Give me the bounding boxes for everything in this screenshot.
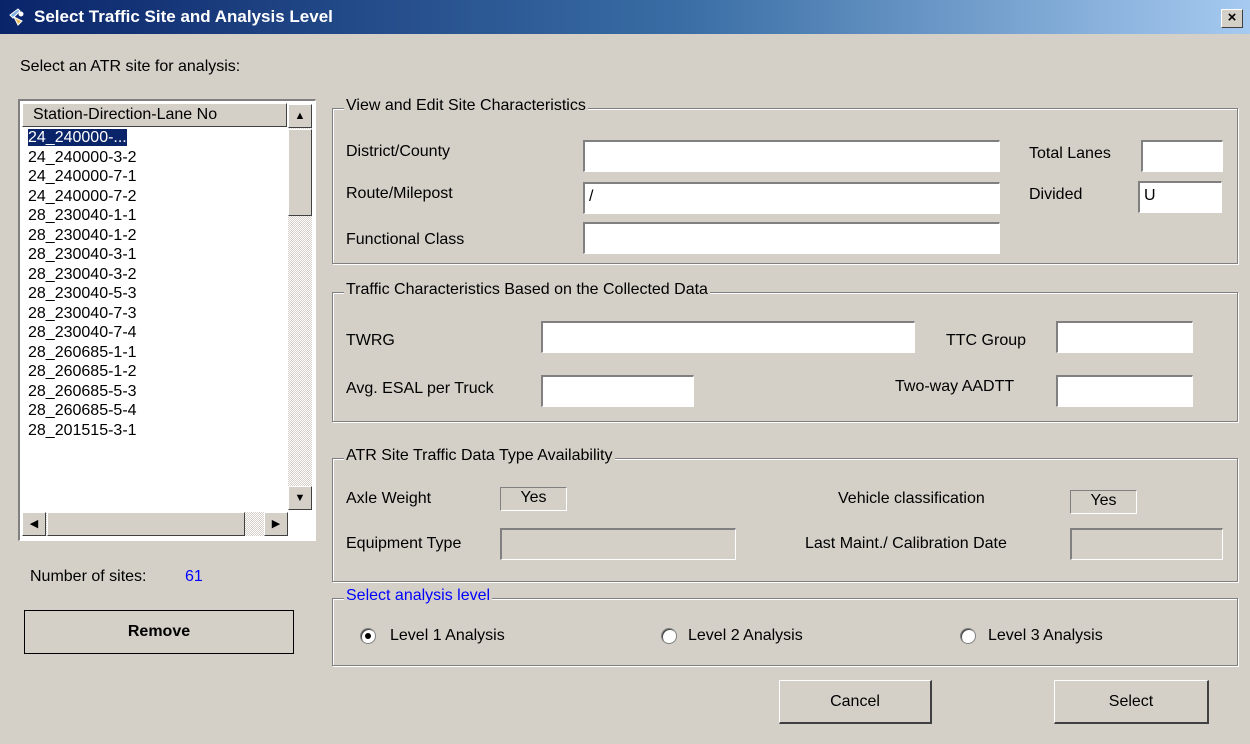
divided-field[interactable]: U	[1138, 181, 1222, 213]
scroll-up-button[interactable]: ▲	[288, 104, 312, 128]
functional-class-field[interactable]	[583, 222, 1000, 254]
window-title: Select Traffic Site and Analysis Level	[34, 7, 333, 26]
scroll-left-button[interactable]: ◀	[22, 512, 46, 536]
arrow-down-icon: ▼	[294, 492, 306, 504]
availability-title: ATR Site Traffic Data Type Availability	[344, 447, 615, 465]
list-item[interactable]: 28_230040-3-1	[22, 245, 287, 265]
list-item[interactable]: 28_230040-3-2	[22, 265, 287, 285]
select-button[interactable]: Select	[1054, 680, 1209, 724]
arrow-up-icon: ▲	[294, 110, 306, 122]
scroll-thumb[interactable]	[288, 129, 312, 216]
arrow-left-icon: ◀	[29, 518, 39, 530]
analysis-level-title: Select analysis level	[344, 587, 493, 605]
equipment-type-field	[500, 528, 736, 560]
twrg-field[interactable]	[541, 321, 915, 353]
radio-checked-icon	[360, 628, 376, 644]
remove-button[interactable]: Remove	[24, 610, 294, 654]
close-button[interactable]: ×	[1221, 9, 1243, 28]
list-item[interactable]: 28_260685-5-4	[22, 401, 287, 421]
level-2-label: Level 2 Analysis	[688, 627, 803, 644]
site-list-prompt: Select an ATR site for analysis:	[20, 58, 241, 75]
axle-weight-label: Axle Weight	[346, 490, 432, 507]
list-item[interactable]: 28_201515-3-1	[22, 421, 287, 441]
equipment-type-label: Equipment Type	[346, 535, 462, 552]
list-item[interactable]: 24_240000-7-2	[22, 187, 287, 207]
site-list[interactable]: 24_240000-... 24_240000-3-2 24_240000-7-…	[22, 128, 287, 510]
list-item[interactable]: 28_230040-1-1	[22, 206, 287, 226]
site-count-value: 61	[185, 568, 203, 585]
list-item[interactable]: 28_230040-5-3	[22, 284, 287, 304]
scroll-right-button[interactable]: ▶	[264, 512, 288, 536]
title-bar[interactable]: Select Traffic Site and Analysis Level ×	[0, 0, 1250, 34]
maintenance-date-label: Last Maint./ Calibration Date	[805, 535, 1007, 552]
district-label: District/County	[346, 143, 451, 160]
list-item[interactable]: 24_240000-...	[22, 128, 287, 148]
district-field[interactable]	[583, 140, 1000, 172]
list-item[interactable]: 28_230040-1-2	[22, 226, 287, 246]
list-item[interactable]: 24_240000-7-1	[22, 167, 287, 187]
traffic-characteristics-title: Traffic Characteristics Based on the Col…	[344, 281, 710, 299]
site-characteristics-title: View and Edit Site Characteristics	[344, 97, 588, 115]
aadtt-field[interactable]	[1056, 375, 1193, 407]
site-count-label: Number of sites:	[30, 568, 147, 585]
maintenance-date-field	[1070, 528, 1223, 560]
esal-label: Avg. ESAL per Truck	[346, 380, 494, 397]
cancel-button[interactable]: Cancel	[779, 680, 932, 724]
ttc-group-label: TTC Group	[946, 332, 1027, 349]
list-item[interactable]: 28_230040-7-4	[22, 323, 287, 343]
total-lanes-field[interactable]	[1141, 140, 1223, 172]
arrow-right-icon: ▶	[271, 518, 281, 530]
axle-weight-value: Yes	[500, 487, 567, 511]
availability-group	[332, 458, 1238, 582]
list-item[interactable]: 28_260685-5-3	[22, 382, 287, 402]
list-item[interactable]: 28_230040-7-3	[22, 304, 287, 324]
radio-unchecked-icon	[661, 628, 677, 644]
scroll-thumb-horizontal[interactable]	[47, 512, 245, 536]
route-label: Route/Milepost	[346, 185, 453, 202]
functional-class-label: Functional Class	[346, 231, 465, 248]
close-icon: ×	[1227, 9, 1237, 26]
list-item[interactable]: 28_260685-1-2	[22, 362, 287, 382]
scroll-down-button[interactable]: ▼	[288, 486, 312, 510]
total-lanes-label: Total Lanes	[1029, 145, 1111, 162]
level-1-label: Level 1 Analysis	[390, 627, 505, 644]
satellite-dish-icon	[9, 8, 24, 26]
aadtt-label: Two-way AADTT	[895, 378, 1015, 395]
ttc-group-field[interactable]	[1056, 321, 1193, 353]
list-column-header[interactable]: Station-Direction-Lane No	[22, 103, 287, 127]
list-item[interactable]: 24_240000-3-2	[22, 148, 287, 168]
vehicle-classification-label: Vehicle classification	[838, 490, 985, 507]
twrg-label: TWRG	[346, 332, 395, 349]
divided-label: Divided	[1029, 186, 1083, 203]
list-item[interactable]: 28_260685-1-1	[22, 343, 287, 363]
route-field[interactable]: /	[583, 182, 1000, 214]
vehicle-classification-value: Yes	[1070, 490, 1137, 514]
radio-unchecked-icon	[960, 628, 976, 644]
level-3-label: Level 3 Analysis	[988, 627, 1103, 644]
esal-field[interactable]	[541, 375, 694, 407]
